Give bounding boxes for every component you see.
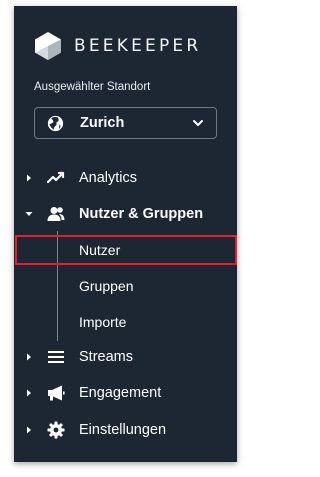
subnav-item-imports[interactable]: Importe [14, 307, 237, 337]
brand-logo[interactable]: BEEKEEPER [34, 30, 201, 62]
subnav-item-groups[interactable]: Gruppen [14, 271, 237, 301]
location-select[interactable]: Zurich [34, 107, 217, 139]
bee-hex-logo-icon [35, 32, 61, 60]
nav-label-settings: Einstellungen [79, 422, 167, 438]
nav-item-users-groups[interactable]: Nutzer & Gruppen [14, 199, 237, 229]
caret-right-icon [27, 426, 31, 434]
nav-label-users-groups: Nutzer & Gruppen [79, 206, 204, 222]
brand-name: BEEKEEPER [74, 36, 202, 56]
highlight-box [15, 235, 237, 265]
megaphone-icon [48, 385, 65, 401]
nav-label-analytics: Analytics [79, 170, 138, 186]
nav-item-streams[interactable]: Streams [14, 342, 237, 372]
sidebar: BEEKEEPER Ausgewählter Standort Zurich A… [14, 6, 237, 462]
nav-item-analytics[interactable]: Analytics [14, 163, 237, 193]
nav-item-settings[interactable]: Einstellungen [14, 415, 237, 445]
nav-label-engagement: Engagement [79, 385, 162, 401]
chevron-down-icon [193, 120, 203, 126]
caret-right-icon [27, 353, 31, 361]
menu-lines-icon [48, 351, 64, 363]
chart-line-icon [47, 171, 65, 184]
location-value: Zurich [80, 115, 125, 131]
caret-right-icon [27, 174, 31, 182]
users-icon [47, 207, 65, 221]
caret-right-icon [27, 389, 31, 397]
globe-icon [47, 115, 64, 131]
subnav-label-imports: Importe [79, 314, 127, 330]
gear-icon [47, 421, 65, 439]
subnav-label-groups: Gruppen [79, 278, 134, 294]
location-label: Ausgewählter Standort [34, 81, 151, 93]
nav-item-engagement[interactable]: Engagement [14, 378, 237, 408]
caret-down-icon [25, 212, 33, 216]
nav-label-streams: Streams [79, 349, 133, 365]
